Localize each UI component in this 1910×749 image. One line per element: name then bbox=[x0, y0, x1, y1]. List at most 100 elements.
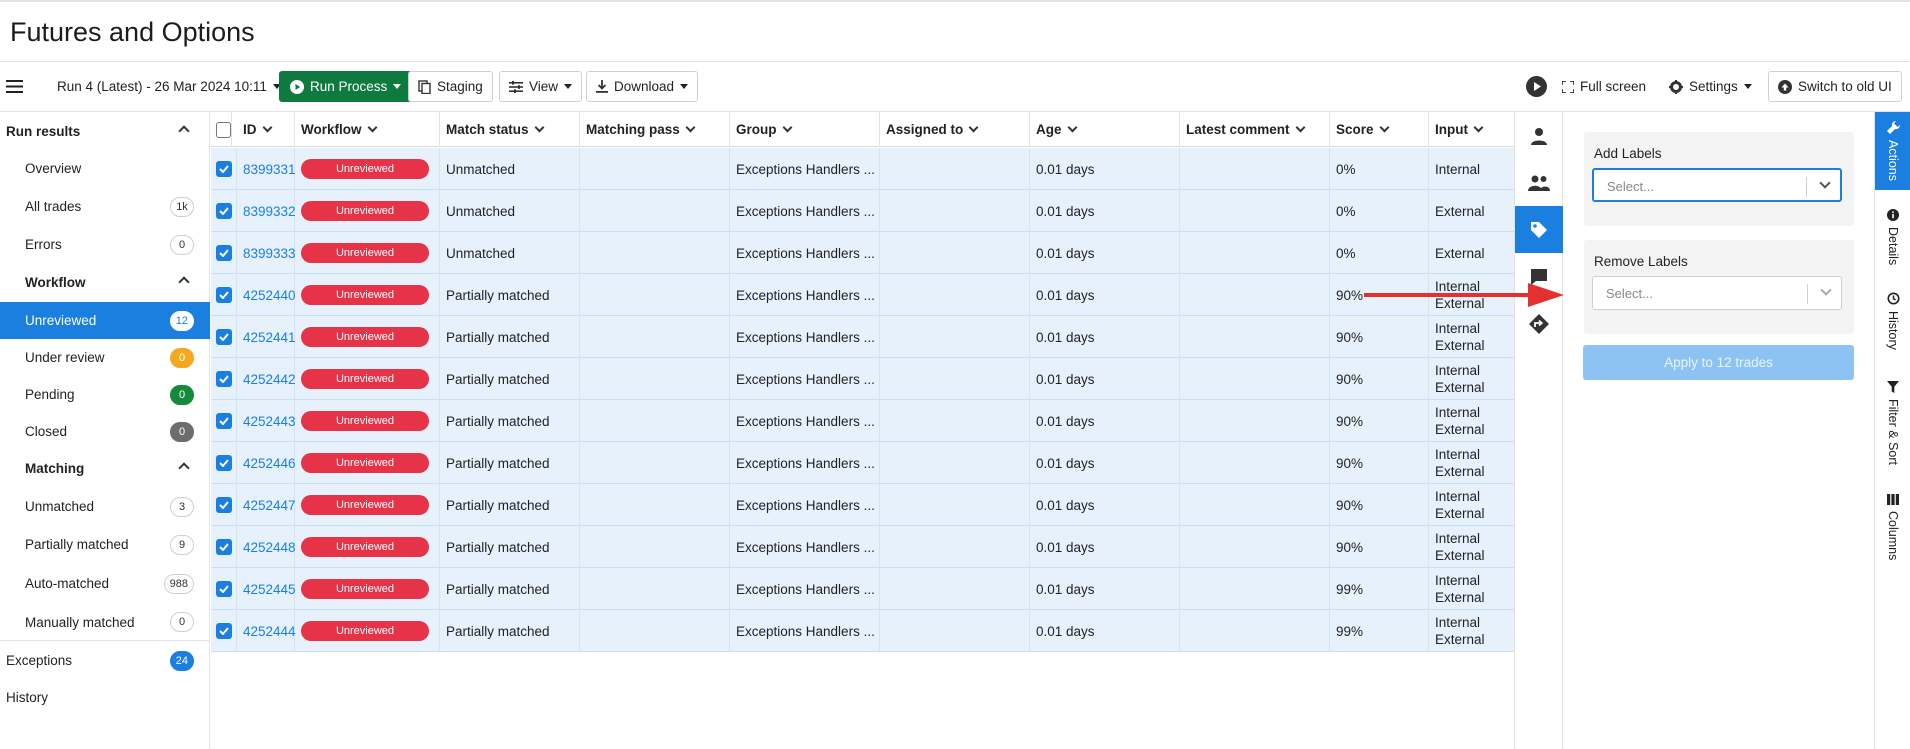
sidebar-item-closed[interactable]: Closed 0 bbox=[0, 413, 210, 450]
trade-id-link[interactable]: 4252447 bbox=[243, 498, 296, 513]
sidebar-item-partially-matched[interactable]: Partially matched 9 bbox=[0, 526, 210, 563]
column-header-group[interactable]: Group bbox=[730, 112, 880, 147]
sidebar-item-errors[interactable]: Errors 0 bbox=[0, 226, 210, 263]
table-row[interactable]: 4252443 Unreviewed Partially matched Except… bbox=[211, 400, 1514, 442]
table-row[interactable]: 4252447 Unreviewed Partially matched Except… bbox=[211, 484, 1514, 526]
trade-id-link[interactable]: 4252441 bbox=[243, 330, 296, 345]
tab-actions[interactable]: Actions bbox=[1875, 112, 1910, 190]
chevron-down-icon[interactable] bbox=[1819, 177, 1831, 189]
row-checkbox[interactable] bbox=[216, 497, 232, 513]
run-process-button[interactable]: Run Process bbox=[279, 71, 413, 102]
trade-id-link[interactable]: 4252445 bbox=[243, 582, 296, 597]
column-header-workflow[interactable]: Workflow bbox=[295, 112, 440, 147]
sidebar-item-auto-matched[interactable]: Auto-matched 988 bbox=[0, 565, 210, 602]
column-header-input[interactable]: Input bbox=[1429, 112, 1514, 147]
column-header-id[interactable]: ID bbox=[237, 112, 295, 147]
trade-id-link[interactable]: 4252448 bbox=[243, 540, 296, 555]
sidebar-item-overview[interactable]: Overview bbox=[0, 150, 210, 187]
row-checkbox[interactable] bbox=[216, 161, 232, 177]
table-row[interactable]: 8399331 Unreviewed Unmatched Exceptions Han… bbox=[211, 148, 1514, 190]
full-screen-button[interactable]: Full screen bbox=[1562, 71, 1646, 102]
column-header-match-status[interactable]: Match status bbox=[440, 112, 580, 147]
input-value: Internal bbox=[1435, 161, 1481, 177]
workflow-header[interactable]: Workflow bbox=[0, 264, 210, 301]
play-run-button[interactable] bbox=[1526, 71, 1547, 102]
switch-ui-button[interactable]: Switch to old UI bbox=[1768, 71, 1902, 102]
row-checkbox[interactable] bbox=[216, 455, 232, 471]
column-header-assigned-to[interactable]: Assigned to bbox=[880, 112, 1030, 147]
column-header-matching-pass[interactable]: Matching pass bbox=[580, 112, 730, 147]
settings-button[interactable]: Settings bbox=[1669, 71, 1752, 102]
chevron-up-icon[interactable] bbox=[178, 276, 190, 288]
table-row[interactable]: 4252446 Unreviewed Partially matched Except… bbox=[211, 442, 1514, 484]
table-row[interactable]: 4252448 Unreviewed Partially matched Except… bbox=[211, 526, 1514, 568]
chevron-up-icon[interactable] bbox=[178, 462, 190, 474]
row-checkbox[interactable] bbox=[216, 287, 232, 303]
sidebar-item-pending[interactable]: Pending 0 bbox=[0, 376, 210, 413]
chevron-down-icon bbox=[1067, 122, 1077, 133]
table-row[interactable]: 4252440 Unreviewed Partially matched Except… bbox=[211, 274, 1514, 316]
trade-id-link[interactable]: 8399333 bbox=[243, 246, 296, 261]
wrench-icon bbox=[1886, 121, 1900, 134]
matching-header[interactable]: Matching bbox=[0, 450, 210, 487]
document-icon bbox=[418, 79, 431, 94]
tab-filter-sort[interactable]: Filter & Sort bbox=[1875, 372, 1910, 465]
column-header-latest-comment[interactable]: Latest comment bbox=[1180, 112, 1330, 147]
column-header-score[interactable]: Score bbox=[1330, 112, 1429, 147]
column-header-age[interactable]: Age bbox=[1030, 112, 1180, 147]
select-all-checkbox[interactable] bbox=[216, 121, 231, 138]
labels-button[interactable] bbox=[1515, 206, 1563, 253]
trade-id-link[interactable]: 8399332 bbox=[243, 204, 296, 219]
route-button[interactable] bbox=[1515, 300, 1563, 347]
count-badge: 1k bbox=[170, 196, 194, 217]
tab-columns[interactable]: Columns bbox=[1875, 485, 1910, 560]
table-row[interactable]: 8399333 Unreviewed Unmatched Exceptions Han… bbox=[211, 232, 1514, 274]
sidebar-item-exceptions[interactable]: Exceptions 24 bbox=[0, 642, 210, 679]
score-value: 0% bbox=[1336, 203, 1356, 219]
run-selector-label: Run 4 (Latest) - 26 Mar 2024 10:11 bbox=[57, 79, 267, 94]
chevron-down-icon[interactable] bbox=[1820, 284, 1832, 296]
table-row[interactable]: 4252445 Unreviewed Partially matched Except… bbox=[211, 568, 1514, 610]
row-checkbox[interactable] bbox=[216, 539, 232, 555]
trade-id-link[interactable]: 4252440 bbox=[243, 288, 296, 303]
table-row[interactable]: 4252441 Unreviewed Partially matched Except… bbox=[211, 316, 1514, 358]
matching-pass-cell bbox=[580, 568, 730, 610]
row-checkbox[interactable] bbox=[216, 413, 232, 429]
row-checkbox[interactable] bbox=[216, 623, 232, 639]
sidebar-item-all-trades[interactable]: All trades 1k bbox=[0, 188, 210, 225]
view-button[interactable]: View bbox=[499, 71, 583, 102]
staging-button[interactable]: Staging bbox=[408, 71, 493, 102]
status-badge: Unreviewed bbox=[301, 201, 429, 221]
sidebar-item-unmatched[interactable]: Unmatched 3 bbox=[0, 488, 210, 525]
table-row[interactable]: 4252444 Unreviewed Partially matched Except… bbox=[211, 610, 1514, 652]
row-checkbox[interactable] bbox=[216, 203, 232, 219]
table-row[interactable]: 4252442 Unreviewed Partially matched Except… bbox=[211, 358, 1514, 400]
add-labels-select[interactable]: Select... bbox=[1592, 168, 1842, 202]
tab-history[interactable]: History bbox=[1875, 283, 1910, 350]
apply-labels-button[interactable]: Apply to 12 trades bbox=[1583, 345, 1854, 380]
row-checkbox[interactable] bbox=[216, 581, 232, 597]
trade-id-link[interactable]: 4252446 bbox=[243, 456, 296, 471]
sidebar-item-history[interactable]: History bbox=[0, 679, 210, 716]
run-results-header[interactable]: Run results bbox=[0, 113, 210, 150]
run-selector[interactable]: Run 4 (Latest) - 26 Mar 2024 10:11 bbox=[57, 71, 281, 102]
sidebar-item-under-review[interactable]: Under review 0 bbox=[0, 339, 210, 376]
trade-id-link[interactable]: 4252443 bbox=[243, 414, 296, 429]
trade-id-link[interactable]: 4252442 bbox=[243, 372, 296, 387]
download-button[interactable]: Download bbox=[586, 71, 699, 102]
sidebar-item-unreviewed[interactable]: Unreviewed 12 bbox=[0, 302, 210, 339]
row-checkbox[interactable] bbox=[216, 371, 232, 387]
row-checkbox[interactable] bbox=[216, 245, 232, 261]
table-row[interactable]: 8399332 Unreviewed Unmatched Exceptions Han… bbox=[211, 190, 1514, 232]
menu-button[interactable] bbox=[6, 71, 23, 102]
assign-user-button[interactable] bbox=[1515, 112, 1563, 159]
remove-labels-select[interactable]: Select... bbox=[1592, 276, 1842, 310]
row-checkbox[interactable] bbox=[216, 329, 232, 345]
matching-pass-cell bbox=[580, 442, 730, 484]
sidebar-item-manually-matched[interactable]: Manually matched 0 bbox=[0, 604, 210, 641]
chevron-up-icon[interactable] bbox=[178, 125, 190, 137]
trade-id-link[interactable]: 8399331 bbox=[243, 162, 296, 177]
trade-id-link[interactable]: 4252444 bbox=[243, 624, 296, 639]
tab-details[interactable]: Details bbox=[1875, 200, 1910, 265]
assign-group-button[interactable] bbox=[1515, 159, 1563, 206]
